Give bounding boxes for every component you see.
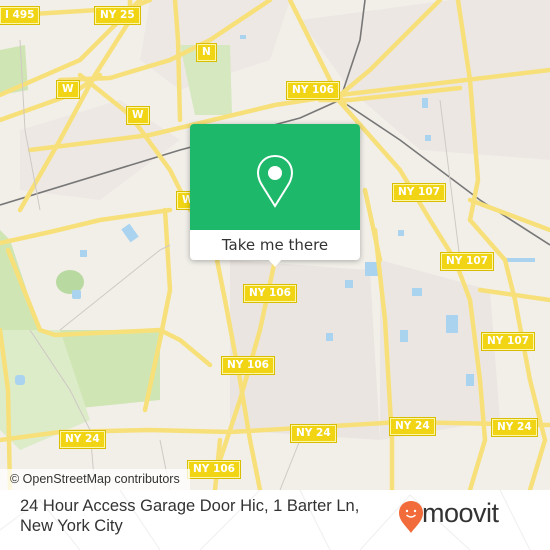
map-view[interactable]: I 495 NY 25 N W W W NY 106 NY 107 NY 107… bbox=[0, 0, 550, 490]
road-label-ny106: NY 106 bbox=[243, 284, 297, 303]
popup-pointer bbox=[267, 258, 283, 267]
road-label-ny24: NY 24 bbox=[389, 417, 436, 436]
moovit-logo[interactable]: moovit bbox=[398, 498, 548, 536]
popup-header bbox=[190, 124, 360, 230]
map-pin-icon bbox=[256, 154, 294, 208]
moovit-wordmark: moovit bbox=[422, 498, 499, 528]
road-label-ny24: NY 24 bbox=[59, 430, 106, 449]
place-address: 24 Hour Access Garage Door Hic, 1 Barter… bbox=[20, 497, 360, 535]
road-label-ny106: NY 106 bbox=[221, 356, 275, 375]
road-label-w: W bbox=[56, 80, 80, 99]
take-me-there-button[interactable]: Take me there bbox=[190, 230, 360, 260]
moovit-pin-icon bbox=[399, 501, 423, 533]
road-label-ny107: NY 107 bbox=[392, 183, 446, 202]
road-label-ny25: NY 25 bbox=[94, 6, 141, 25]
road-label-ny24: NY 24 bbox=[290, 424, 337, 443]
location-popup[interactable]: Take me there bbox=[190, 124, 360, 267]
road-label-ny107: NY 107 bbox=[481, 332, 535, 351]
road-label-ny24: NY 24 bbox=[491, 418, 538, 437]
map-attribution[interactable]: © OpenStreetMap contributors bbox=[0, 469, 190, 490]
road-label-n: N bbox=[196, 43, 217, 62]
road-label-i495: I 495 bbox=[0, 6, 41, 25]
road-label-ny106: NY 106 bbox=[187, 460, 241, 479]
road-label-w: W bbox=[126, 106, 150, 125]
road-label-ny106: NY 106 bbox=[286, 81, 340, 100]
footer: 24 Hour Access Garage Door Hic, 1 Barter… bbox=[0, 490, 550, 550]
road-label-ny107: NY 107 bbox=[440, 252, 494, 271]
